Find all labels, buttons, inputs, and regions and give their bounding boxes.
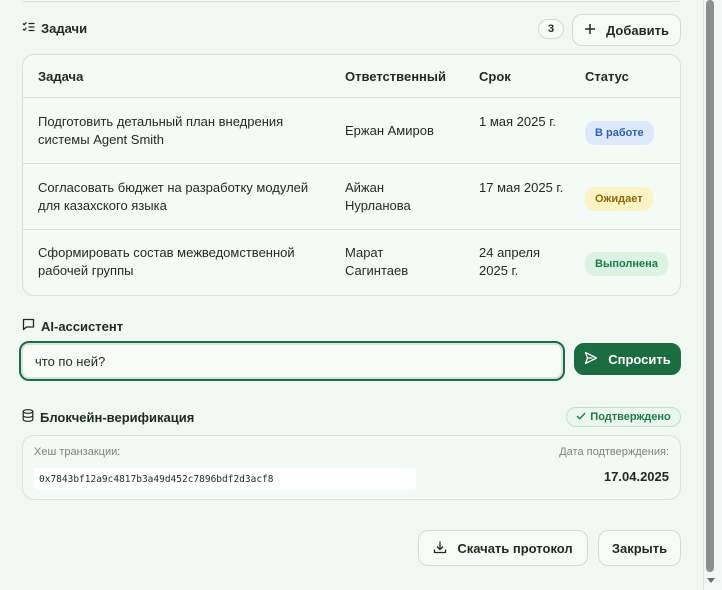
- blockchain-section-header: Блокчейн-верификация: [22, 409, 194, 425]
- scrollbar-thumb[interactable]: [706, 0, 714, 572]
- status-badge: В работе: [585, 121, 654, 145]
- add-task-button[interactable]: Добавить: [572, 14, 681, 46]
- scroll-down-icon[interactable]: [707, 578, 715, 583]
- check-icon: [576, 411, 586, 423]
- verified-label: Подтверждено: [590, 411, 671, 423]
- status-badge: Ожидает: [585, 187, 653, 211]
- task-due: 1 мая 2025 г.: [479, 114, 556, 129]
- send-icon: [584, 351, 598, 368]
- checklist-icon: [22, 21, 35, 36]
- download-icon: [433, 540, 447, 557]
- card-edge: [22, 0, 680, 2]
- status-badge: Выполнена: [585, 252, 668, 276]
- column-header-task: Задача: [38, 69, 84, 84]
- transaction-hash: 0x7843bf12a9c4817b3a49d452c7896bdf2d3acf…: [34, 468, 416, 490]
- tasks-table: Задача Ответственный Срок Статус Подгото…: [22, 54, 681, 296]
- task-name: Подготовить детальный план внедрения сис…: [38, 114, 284, 147]
- task-due: 17 мая 2025 г.: [479, 180, 564, 195]
- blockchain-card: Хеш транзакции: 0x7843bf12a9c4817b3a49d4…: [22, 435, 681, 500]
- confirmation-date: 17.04.2025: [603, 469, 669, 484]
- tasks-title: Задачи: [41, 21, 88, 36]
- table-row[interactable]: Сформировать состав межведомственной раб…: [23, 230, 680, 295]
- task-name: Сформировать состав межведомственной раб…: [38, 245, 295, 278]
- column-header-due: Срок: [479, 69, 511, 84]
- tasks-count-badge: 3: [538, 19, 564, 39]
- table-header: Задача Ответственный Срок Статус: [23, 55, 680, 98]
- task-due: 24 апреля 2025 г.: [479, 245, 540, 278]
- task-name: Согласовать бюджет на разработку модулей…: [38, 180, 309, 213]
- task-owner: Айжан Нурланова: [345, 180, 411, 213]
- task-owner: Марат Сагинтаев: [345, 245, 409, 278]
- task-owner: Ержан Амиров: [345, 123, 434, 138]
- hash-label: Хеш транзакции:: [34, 446, 121, 458]
- blockchain-title: Блокчейн-верификация: [40, 409, 195, 425]
- ai-question-input[interactable]: [19, 341, 565, 381]
- table-row[interactable]: Подготовить детальный план внедрения сис…: [23, 98, 680, 164]
- close-button[interactable]: Закрыть: [598, 530, 681, 566]
- column-header-owner: Ответственный: [345, 69, 446, 84]
- table-row[interactable]: Согласовать бюджет на разработку модулей…: [23, 164, 680, 230]
- plus-icon: [584, 23, 596, 38]
- download-label: Скачать протокол: [457, 540, 573, 556]
- chat-icon: [22, 318, 35, 334]
- add-task-label: Добавить: [606, 22, 669, 38]
- modal-panel: Задачи 3 Добавить Задача Ответственный С…: [0, 0, 704, 590]
- close-label: Закрыть: [611, 540, 668, 556]
- ask-label: Спросить: [608, 351, 671, 367]
- column-header-status: Статус: [585, 69, 629, 84]
- ask-button[interactable]: Спросить: [574, 343, 681, 375]
- confirmation-date-label: Дата подтверждения:: [559, 446, 669, 458]
- tasks-section-header: Задачи: [22, 21, 87, 36]
- ai-section-header: AI-ассистент: [22, 318, 123, 334]
- database-icon: [22, 409, 34, 425]
- ai-title: AI-ассистент: [41, 318, 124, 334]
- download-protocol-button[interactable]: Скачать протокол: [418, 530, 588, 566]
- verified-badge: Подтверждено: [566, 407, 681, 427]
